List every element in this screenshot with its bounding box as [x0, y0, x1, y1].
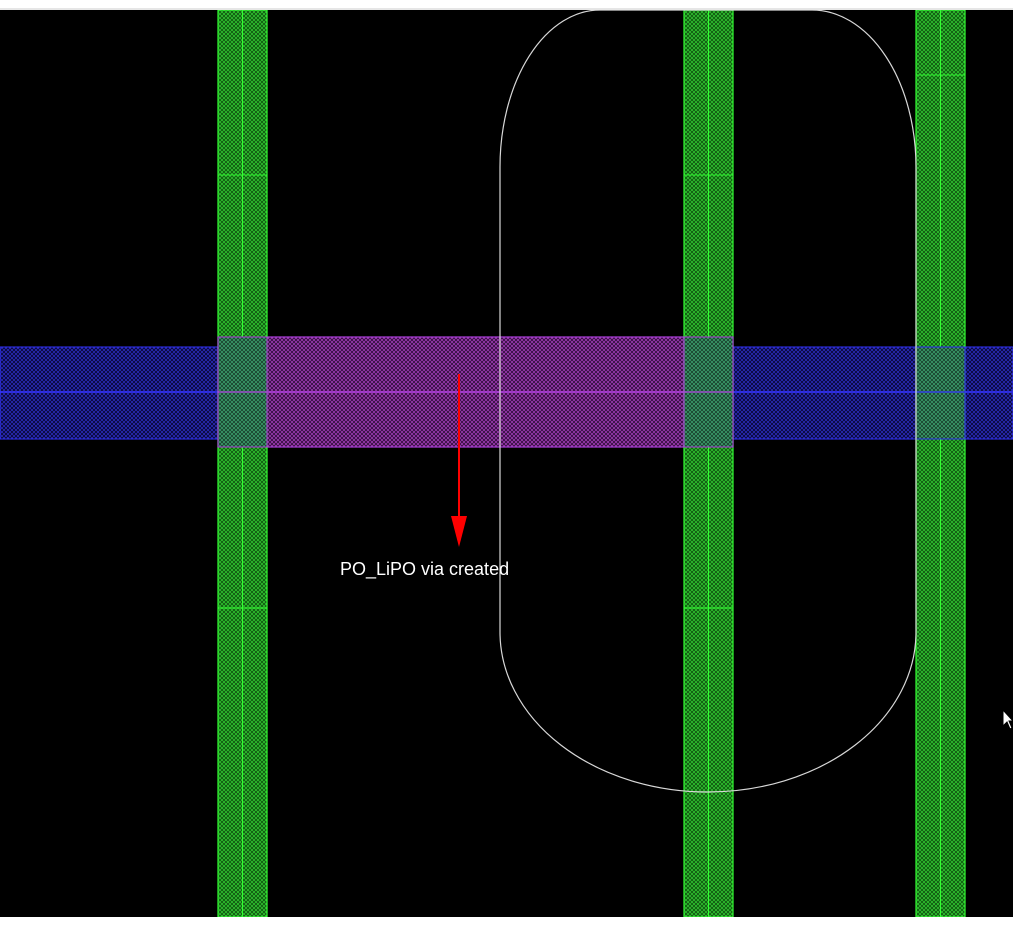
annotation-label: PO_LiPO via created: [340, 559, 510, 579]
metal-rail-middle[interactable]: [683, 10, 734, 917]
layout-editor-window: PO_LiPO via created: [0, 0, 1013, 927]
po-lipo-via-region[interactable]: [217, 336, 734, 448]
layout-canvas[interactable]: PO_LiPO via created: [0, 10, 1013, 917]
metal-rail-left[interactable]: [217, 10, 268, 917]
canvas-bottom-border: [0, 917, 1013, 927]
layout-drawing[interactable]: [0, 10, 1013, 917]
arrow-cursor-icon: [1002, 709, 1013, 730]
metal-rail-right[interactable]: [915, 10, 966, 917]
